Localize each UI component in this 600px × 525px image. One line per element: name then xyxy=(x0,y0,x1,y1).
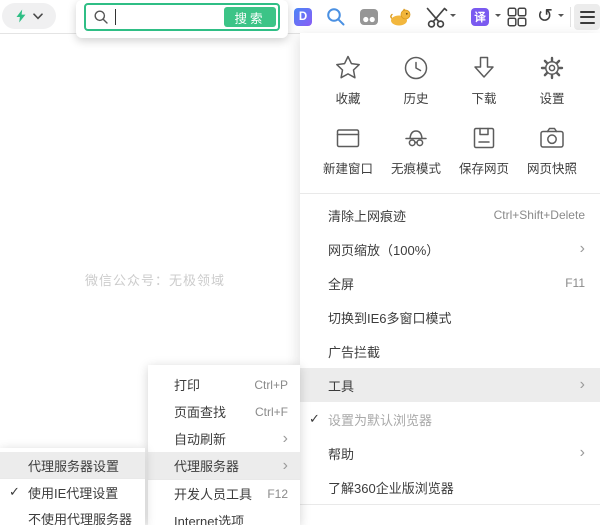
save-icon xyxy=(469,123,499,153)
menu-new-window[interactable]: 新建窗口 xyxy=(314,123,382,193)
menu-item-default-browser[interactable]: 设置为默认浏览器 xyxy=(300,402,600,436)
page-watermark: 微信公众号：无极领域 xyxy=(85,270,225,289)
checkmark-icon xyxy=(309,411,320,427)
menu-downloads[interactable]: 下载 xyxy=(450,53,518,123)
tools-item-find[interactable]: 页面查找 Ctrl+F xyxy=(148,398,300,425)
star-icon xyxy=(333,53,363,83)
menu-item-ad-block[interactable]: 广告拦截 xyxy=(300,334,600,368)
proxy-item-use-ie[interactable]: 使用IE代理设置 xyxy=(0,479,145,505)
scissors-icon xyxy=(425,5,449,29)
menu-item-zoom[interactable]: 网页缩放（100%） xyxy=(300,232,600,266)
camera-icon xyxy=(537,123,567,153)
menu-save-page[interactable]: 保存网页 xyxy=(450,123,518,193)
toolbar-separator xyxy=(570,7,571,27)
apps-grid-icon xyxy=(505,5,529,29)
undo-button[interactable]: ↺ xyxy=(532,4,558,30)
text-cursor xyxy=(115,9,116,25)
chevron-down-icon xyxy=(33,13,43,20)
menu-save-page-label: 保存网页 xyxy=(459,158,509,177)
menu-divider xyxy=(300,504,600,505)
proxy-item-no-proxy[interactable]: 不使用代理服务器 xyxy=(0,505,145,525)
search-input[interactable]: 搜索 xyxy=(84,3,280,31)
menu-item-ie6-mode[interactable]: 切换到IE6多窗口模式 xyxy=(300,300,600,334)
clock-icon xyxy=(401,53,431,83)
proxy-item-settings[interactable]: 代理服务器设置 xyxy=(0,452,145,478)
chevron-right-icon xyxy=(580,241,585,257)
menu-downloads-label: 下载 xyxy=(471,88,496,107)
translate-button[interactable]: 译 xyxy=(467,4,493,30)
magnifier-icon xyxy=(93,9,109,25)
main-menu-panel: 收藏 历史 下载 xyxy=(300,33,600,525)
menu-settings[interactable]: 设置 xyxy=(518,53,586,123)
tools-item-auto-refresh[interactable]: 自动刷新 xyxy=(148,425,300,452)
screenshot-dropdown-caret[interactable] xyxy=(450,14,456,20)
apps-grid-button[interactable] xyxy=(504,4,530,30)
lightning-icon xyxy=(15,9,27,23)
tools-item-devtools[interactable]: 开发人员工具 F12 xyxy=(148,480,300,507)
app-box-button[interactable] xyxy=(356,4,382,30)
tools-submenu-panel: 打印 Ctrl+P 页面查找 Ctrl+F 自动刷新 代理服务器 开发人员工具 … xyxy=(148,365,300,525)
player-icon: D xyxy=(294,8,312,26)
menu-settings-label: 设置 xyxy=(539,88,564,107)
player-button[interactable]: D xyxy=(290,4,316,30)
menu-new-window-label: 新建窗口 xyxy=(323,158,373,177)
search-icon xyxy=(325,6,347,28)
mascot-button[interactable] xyxy=(388,4,414,30)
quick-access-button[interactable] xyxy=(2,3,56,29)
tools-item-proxy-server[interactable]: 代理服务器 xyxy=(148,452,300,479)
menu-item-fullscreen[interactable]: 全屏 F11 xyxy=(300,266,600,300)
translate-dropdown-caret[interactable] xyxy=(495,14,501,20)
checkmark-icon xyxy=(9,484,20,500)
main-menu-button[interactable] xyxy=(574,4,600,30)
tools-item-print[interactable]: 打印 Ctrl+P xyxy=(148,371,300,398)
search-submit-button[interactable]: 搜索 xyxy=(224,7,276,27)
screenshot-button[interactable] xyxy=(424,4,450,30)
menu-item-help[interactable]: 帮助 xyxy=(300,436,600,470)
menu-snapshot-label: 网页快照 xyxy=(527,158,577,177)
menu-item-list: 清除上网痕迹 Ctrl+Shift+Delete 网页缩放（100%） 全屏 F… xyxy=(300,194,600,504)
menu-favorites-label: 收藏 xyxy=(335,88,360,107)
menu-incognito[interactable]: 无痕模式 xyxy=(382,123,450,193)
menu-item-clear-traces[interactable]: 清除上网痕迹 Ctrl+Shift+Delete xyxy=(300,198,600,232)
gear-icon xyxy=(537,53,567,83)
menu-item-about-360[interactable]: 了解360企业版浏览器 xyxy=(300,470,600,504)
proxy-submenu-panel: 代理服务器设置 使用IE代理设置 不使用代理服务器 xyxy=(0,448,145,525)
chevron-right-icon xyxy=(580,445,585,461)
translate-icon: 译 xyxy=(471,8,489,26)
chevron-right-icon xyxy=(580,377,585,393)
app-box-icon xyxy=(359,8,379,26)
menu-snapshot[interactable]: 网页快照 xyxy=(518,123,586,193)
mascot-icon xyxy=(390,7,412,27)
menu-item-tools[interactable]: 工具 xyxy=(300,368,600,402)
chevron-right-icon xyxy=(283,431,288,447)
menu-incognito-label: 无痕模式 xyxy=(391,158,441,177)
download-icon xyxy=(469,53,499,83)
menu-history-label: 历史 xyxy=(403,88,428,107)
menu-quick-grid: 收藏 历史 下载 xyxy=(300,33,600,193)
browser-window: 微信公众号：无极领域 D xyxy=(0,0,600,525)
chevron-right-icon xyxy=(283,458,288,474)
search-popup: 搜索 xyxy=(76,0,288,38)
window-icon xyxy=(333,123,363,153)
page-search-button[interactable] xyxy=(323,4,349,30)
menu-history[interactable]: 历史 xyxy=(382,53,450,123)
tools-item-internet-options[interactable]: Internet选项 xyxy=(148,507,300,525)
menu-favorites[interactable]: 收藏 xyxy=(314,53,382,123)
incognito-icon xyxy=(401,123,431,153)
undo-dropdown-caret[interactable] xyxy=(558,14,564,20)
undo-icon: ↺ xyxy=(537,7,553,26)
